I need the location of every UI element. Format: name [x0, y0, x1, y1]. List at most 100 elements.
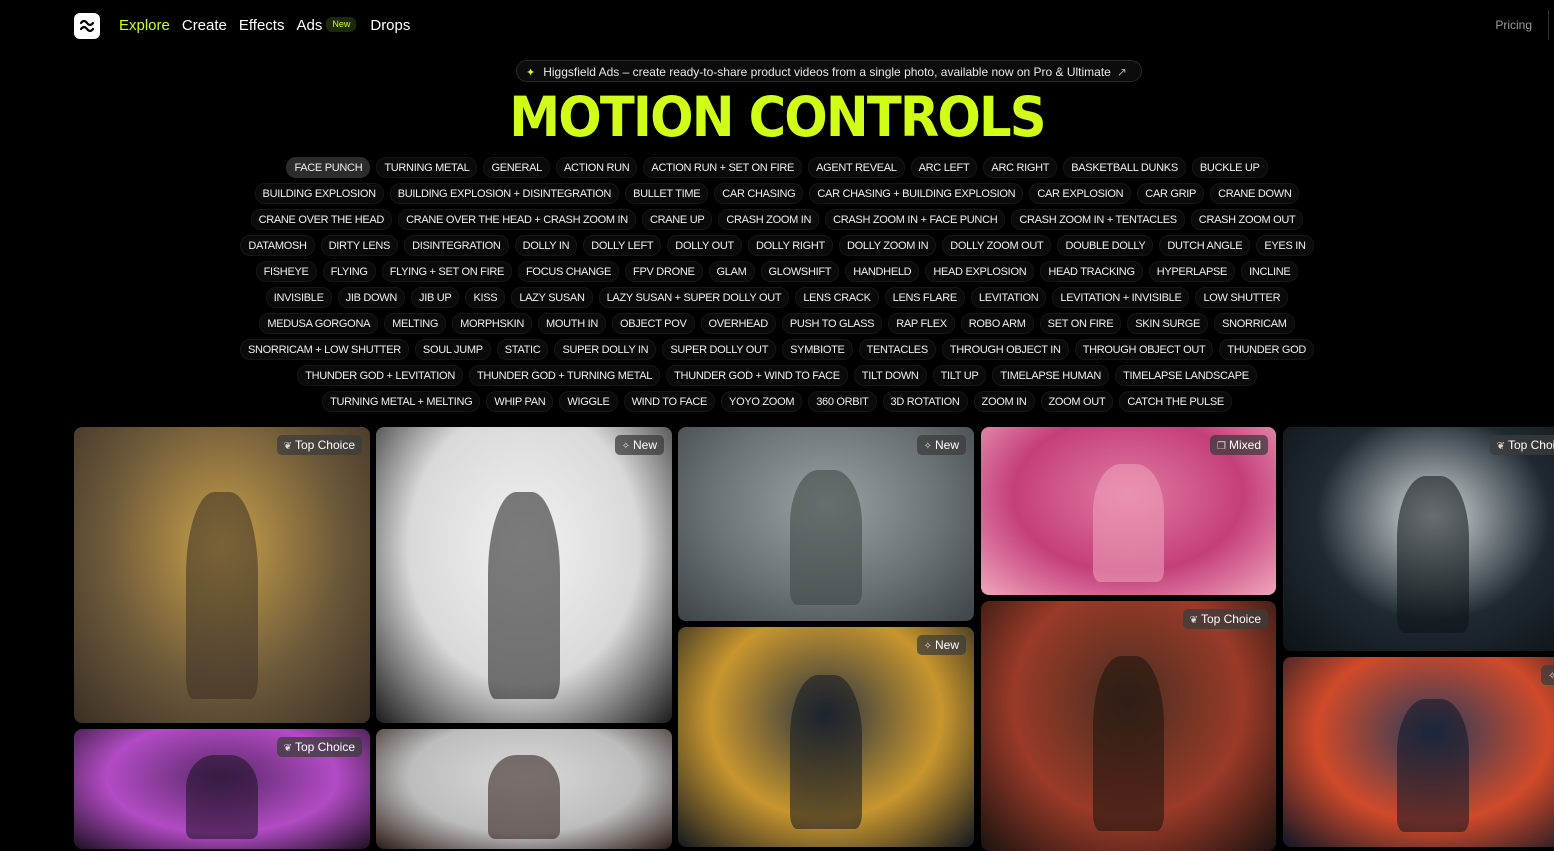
- chip-mouth-in[interactable]: MOUTH IN: [538, 313, 607, 334]
- chip-turning-metal[interactable]: TURNING METAL: [376, 157, 478, 178]
- pricing-link[interactable]: Pricing: [1495, 18, 1532, 32]
- nav-ads[interactable]: Ads: [296, 17, 322, 34]
- chip-flying[interactable]: FLYING: [322, 261, 376, 282]
- chip-dutch-angle[interactable]: DUTCH ANGLE: [1159, 235, 1251, 256]
- chip-focus-change[interactable]: FOCUS CHANGE: [518, 261, 620, 282]
- chip-building-explosion-disintegration[interactable]: BUILDING EXPLOSION + DISINTEGRATION: [389, 183, 620, 204]
- chip-zoom-in[interactable]: ZOOM IN: [973, 391, 1035, 412]
- chip-invisible[interactable]: INVISIBLE: [265, 287, 332, 308]
- chip-3d-rotation[interactable]: 3D ROTATION: [882, 391, 968, 412]
- chip-whip-pan[interactable]: WHIP PAN: [486, 391, 554, 412]
- chip-symbiote[interactable]: SYMBIOTE: [782, 339, 853, 360]
- gallery-card[interactable]: ❦Top Choice: [981, 601, 1276, 851]
- chip-dolly-zoom-in[interactable]: DOLLY ZOOM IN: [838, 235, 937, 256]
- chip-kiss[interactable]: KISS: [465, 287, 506, 308]
- chip-morphskin[interactable]: MORPHSKIN: [452, 313, 533, 334]
- chip-360-orbit[interactable]: 360 ORBIT: [808, 391, 877, 412]
- chip-catch-the-pulse[interactable]: CATCH THE PULSE: [1119, 391, 1232, 412]
- chip-through-object-out[interactable]: THROUGH OBJECT OUT: [1074, 339, 1214, 360]
- gallery-card[interactable]: ❦Top Choice: [1283, 427, 1554, 651]
- chip-thunder-god-wind-to-face[interactable]: THUNDER GOD + WIND TO FACE: [666, 365, 848, 386]
- chip-action-run[interactable]: ACTION RUN: [555, 157, 638, 178]
- chip-crash-zoom-in-face-punch[interactable]: CRASH ZOOM IN + FACE PUNCH: [825, 209, 1006, 230]
- chip-thunder-god[interactable]: THUNDER GOD: [1219, 339, 1315, 360]
- gallery-card[interactable]: [376, 729, 672, 849]
- chip-timelapse-human[interactable]: TIMELAPSE HUMAN: [992, 365, 1110, 386]
- gallery-card[interactable]: ❐ Mixed: [981, 427, 1276, 595]
- chip-push-to-glass[interactable]: PUSH TO GLASS: [781, 313, 883, 334]
- chip-car-chasing[interactable]: CAR CHASING: [714, 183, 804, 204]
- chip-overhead[interactable]: OVERHEAD: [700, 313, 776, 334]
- chip-turning-metal-melting[interactable]: TURNING METAL + MELTING: [322, 391, 481, 412]
- chip-head-tracking[interactable]: HEAD TRACKING: [1040, 261, 1143, 282]
- chip-building-explosion[interactable]: BUILDING EXPLOSION: [254, 183, 384, 204]
- chip-arc-left[interactable]: ARC LEFT: [910, 157, 978, 178]
- chip-jib-down[interactable]: JIB DOWN: [337, 287, 406, 308]
- nav-effects[interactable]: Effects: [239, 17, 285, 34]
- chip-wind-to-face[interactable]: WIND TO FACE: [623, 391, 716, 412]
- chip-general[interactable]: GENERAL: [483, 157, 550, 178]
- chip-snorricam[interactable]: SNORRICAM: [1214, 313, 1295, 334]
- chip-jib-up[interactable]: JIB UP: [411, 287, 460, 308]
- chip-yoyo-zoom[interactable]: YOYO ZOOM: [721, 391, 803, 412]
- chip-snorricam-low-shutter[interactable]: SNORRICAM + LOW SHUTTER: [239, 339, 409, 360]
- chip-crane-over-the-head[interactable]: CRANE OVER THE HEAD: [250, 209, 393, 230]
- nav-explore[interactable]: Explore: [119, 17, 170, 34]
- higgsfield-logo-icon[interactable]: [74, 13, 100, 39]
- chip-super-dolly-in[interactable]: SUPER DOLLY IN: [554, 339, 657, 360]
- chip-crane-up[interactable]: CRANE UP: [641, 209, 713, 230]
- chip-melting[interactable]: MELTING: [384, 313, 447, 334]
- chip-lazy-susan[interactable]: LAZY SUSAN: [511, 287, 593, 308]
- gallery-card[interactable]: ✧ New: [678, 427, 974, 621]
- gallery-card[interactable]: ✧N: [1283, 657, 1554, 847]
- chip-levitation[interactable]: LEVITATION: [970, 287, 1047, 308]
- gallery-card[interactable]: ❦Top Choice: [74, 729, 370, 849]
- chip-hyperlapse[interactable]: HYPERLAPSE: [1148, 261, 1236, 282]
- announcement-banner[interactable]: ✦ Higgsfield Ads – create ready-to-share …: [516, 60, 1142, 82]
- chip-timelapse-landscape[interactable]: TIMELAPSE LANDSCAPE: [1115, 365, 1257, 386]
- gallery-card[interactable]: ✧ New: [678, 627, 974, 847]
- chip-tilt-up[interactable]: TILT UP: [932, 365, 987, 386]
- chip-fpv-drone[interactable]: FPV DRONE: [625, 261, 703, 282]
- chip-wiggle[interactable]: WIGGLE: [559, 391, 618, 412]
- chip-incline[interactable]: INCLINE: [1241, 261, 1299, 282]
- chip-action-run-set-on-fire[interactable]: ACTION RUN + SET ON FIRE: [643, 157, 803, 178]
- chip-dirty-lens[interactable]: DIRTY LENS: [320, 235, 399, 256]
- nav-drops[interactable]: Drops: [370, 17, 410, 34]
- chip-arc-right[interactable]: ARC RIGHT: [983, 157, 1058, 178]
- chip-basketball-dunks[interactable]: BASKETBALL DUNKS: [1063, 157, 1186, 178]
- chip-head-explosion[interactable]: HEAD EXPLOSION: [925, 261, 1035, 282]
- nav-create[interactable]: Create: [182, 17, 227, 34]
- chip-dolly-left[interactable]: DOLLY LEFT: [583, 235, 662, 256]
- chip-lazy-susan-super-dolly-out[interactable]: LAZY SUSAN + SUPER DOLLY OUT: [598, 287, 790, 308]
- chip-crash-zoom-in[interactable]: CRASH ZOOM IN: [718, 209, 820, 230]
- chip-skin-surge[interactable]: SKIN SURGE: [1127, 313, 1209, 334]
- chip-agent-reveal[interactable]: AGENT REVEAL: [808, 157, 905, 178]
- chip-face-punch[interactable]: FACE PUNCH: [286, 157, 371, 178]
- chip-car-explosion[interactable]: CAR EXPLOSION: [1029, 183, 1132, 204]
- chip-fisheye[interactable]: FISHEYE: [255, 261, 317, 282]
- chip-crane-down[interactable]: CRANE DOWN: [1210, 183, 1300, 204]
- chip-glam[interactable]: GLAM: [708, 261, 755, 282]
- chip-car-chasing-building-explosion[interactable]: CAR CHASING + BUILDING EXPLOSION: [809, 183, 1024, 204]
- chip-flying-set-on-fire[interactable]: FLYING + SET ON FIRE: [381, 261, 513, 282]
- chip-datamosh[interactable]: DATAMOSH: [240, 235, 315, 256]
- chip-soul-jump[interactable]: SOUL JUMP: [414, 339, 491, 360]
- chip-robo-arm[interactable]: ROBO ARM: [960, 313, 1034, 334]
- chip-dolly-zoom-out[interactable]: DOLLY ZOOM OUT: [942, 235, 1052, 256]
- chip-disintegration[interactable]: DISINTEGRATION: [404, 235, 509, 256]
- chip-medusa-gorgona[interactable]: MEDUSA GORGONA: [259, 313, 379, 334]
- chip-dolly-right[interactable]: DOLLY RIGHT: [747, 235, 833, 256]
- chip-car-grip[interactable]: CAR GRIP: [1137, 183, 1205, 204]
- chip-bullet-time[interactable]: BULLET TIME: [625, 183, 709, 204]
- chip-handheld[interactable]: HANDHELD: [845, 261, 920, 282]
- chip-lens-flare[interactable]: LENS FLARE: [884, 287, 965, 308]
- chip-crash-zoom-out[interactable]: CRASH ZOOM OUT: [1190, 209, 1304, 230]
- chip-levitation-invisible[interactable]: LEVITATION + INVISIBLE: [1052, 287, 1190, 308]
- chip-double-dolly[interactable]: DOUBLE DOLLY: [1057, 235, 1154, 256]
- chip-crane-over-the-head-crash-zoom-in[interactable]: CRANE OVER THE HEAD + CRASH ZOOM IN: [398, 209, 636, 230]
- gallery-card[interactable]: ❦Top Choice: [74, 427, 370, 723]
- chip-crash-zoom-in-tentacles[interactable]: CRASH ZOOM IN + TENTACLES: [1011, 209, 1185, 230]
- chip-thunder-god-levitation[interactable]: THUNDER GOD + LEVITATION: [297, 365, 463, 386]
- chip-super-dolly-out[interactable]: SUPER DOLLY OUT: [662, 339, 777, 360]
